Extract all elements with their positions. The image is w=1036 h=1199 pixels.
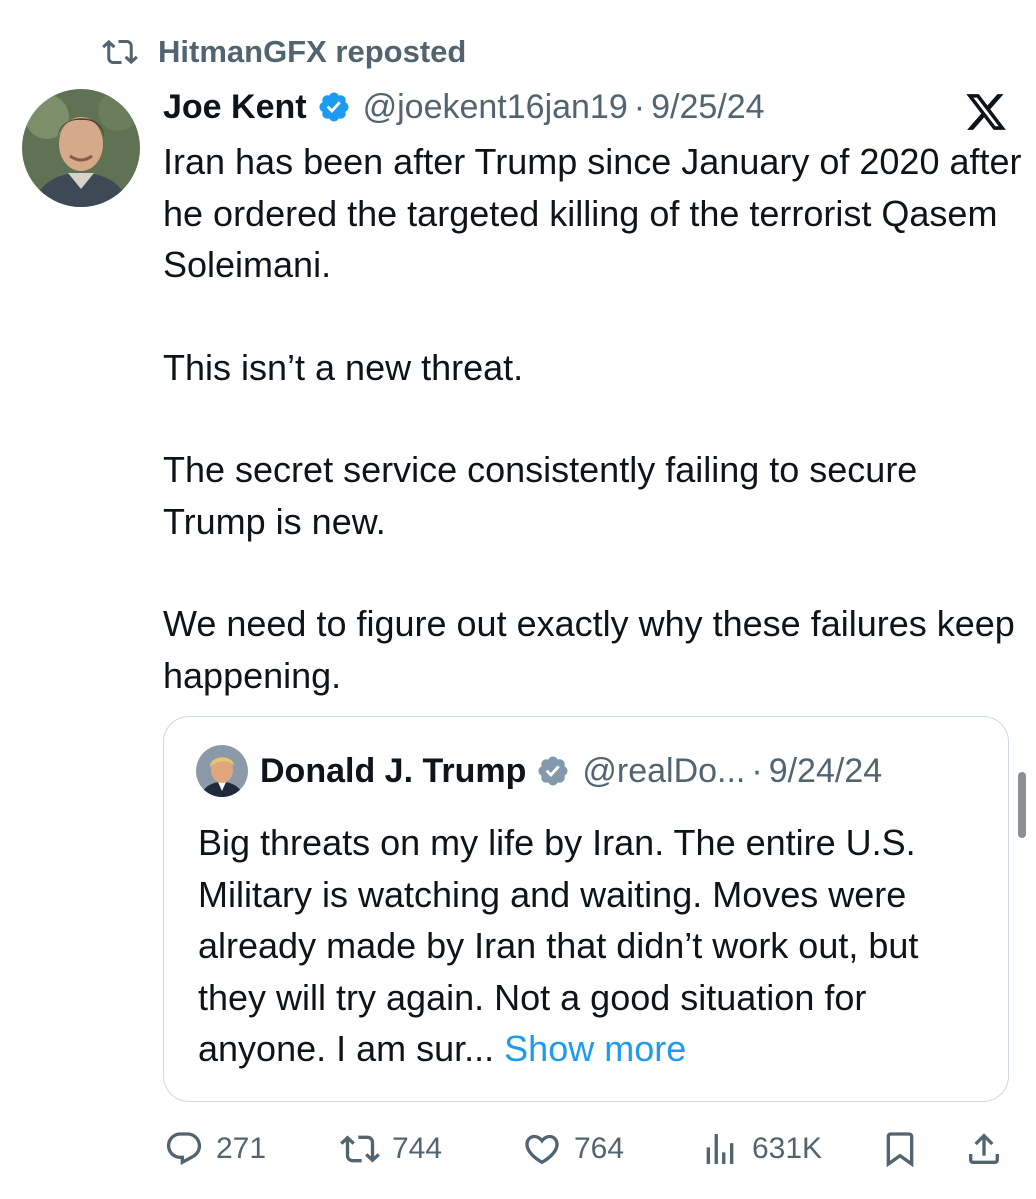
repost-indicator[interactable]: HitmanGFX reposted: [98, 30, 466, 74]
reply-icon: [166, 1132, 202, 1166]
author-name[interactable]: Joe Kent: [163, 88, 307, 127]
header-separator: ·: [633, 87, 646, 126]
quoted-header-separator: ·: [751, 751, 763, 790]
bookmark-button[interactable]: [880, 1126, 920, 1172]
scrollbar[interactable]: [1018, 772, 1026, 838]
repost-icon: [102, 39, 138, 65]
quoted-post-date[interactable]: 9/24/24: [769, 752, 882, 791]
repost-button[interactable]: 744: [340, 1126, 442, 1172]
quoted-post[interactable]: Donald J. Trump @realDo... · 9/24/24 Big…: [163, 716, 1009, 1102]
post-body: Iran has been after Trump since January …: [163, 136, 1023, 701]
like-count: 764: [574, 1132, 625, 1165]
post-paragraph: Iran has been after Trump since January …: [163, 141, 1022, 285]
post-paragraph: The secret service consistently failing …: [163, 449, 918, 542]
verified-badge-icon: [538, 756, 568, 786]
post-header: Joe Kent @joekent16jan19 · 9/25/24: [163, 84, 765, 130]
repost-icon: [340, 1135, 380, 1163]
reply-button[interactable]: 271: [164, 1126, 266, 1172]
x-logo-icon: [966, 94, 1006, 130]
post-paragraph: We need to figure out exactly why these …: [163, 603, 1015, 696]
author-handle[interactable]: @joekent16jan19: [363, 88, 628, 127]
view-count: 631K: [752, 1132, 823, 1165]
quoted-post-body: Big threats on my life by Iran. The enti…: [198, 817, 988, 1075]
quoted-author-handle[interactable]: @realDo...: [582, 752, 745, 791]
heart-icon: [525, 1134, 559, 1165]
author-avatar[interactable]: [22, 89, 140, 207]
repost-label: HitmanGFX reposted: [158, 34, 467, 69]
verified-badge-icon[interactable]: [317, 90, 351, 124]
share-button[interactable]: [964, 1126, 1004, 1172]
quoted-author-avatar[interactable]: [196, 745, 248, 797]
action-bar: 271 744 764 631K: [164, 1126, 1014, 1172]
like-button[interactable]: 764: [522, 1126, 624, 1172]
quoted-post-header: Donald J. Trump @realDo... · 9/24/24: [196, 745, 882, 797]
views-icon: [706, 1134, 734, 1164]
post-date[interactable]: 9/25/24: [651, 88, 764, 127]
show-more-link[interactable]: Show more: [504, 1028, 686, 1069]
reply-count: 271: [216, 1132, 267, 1165]
share-icon: [969, 1133, 999, 1164]
quoted-author-name[interactable]: Donald J. Trump: [260, 752, 526, 791]
bookmark-icon: [886, 1132, 914, 1168]
repost-count: 744: [392, 1132, 443, 1165]
post-paragraph: This isn’t a new threat.: [163, 346, 524, 388]
views-button[interactable]: 631K: [700, 1126, 822, 1172]
